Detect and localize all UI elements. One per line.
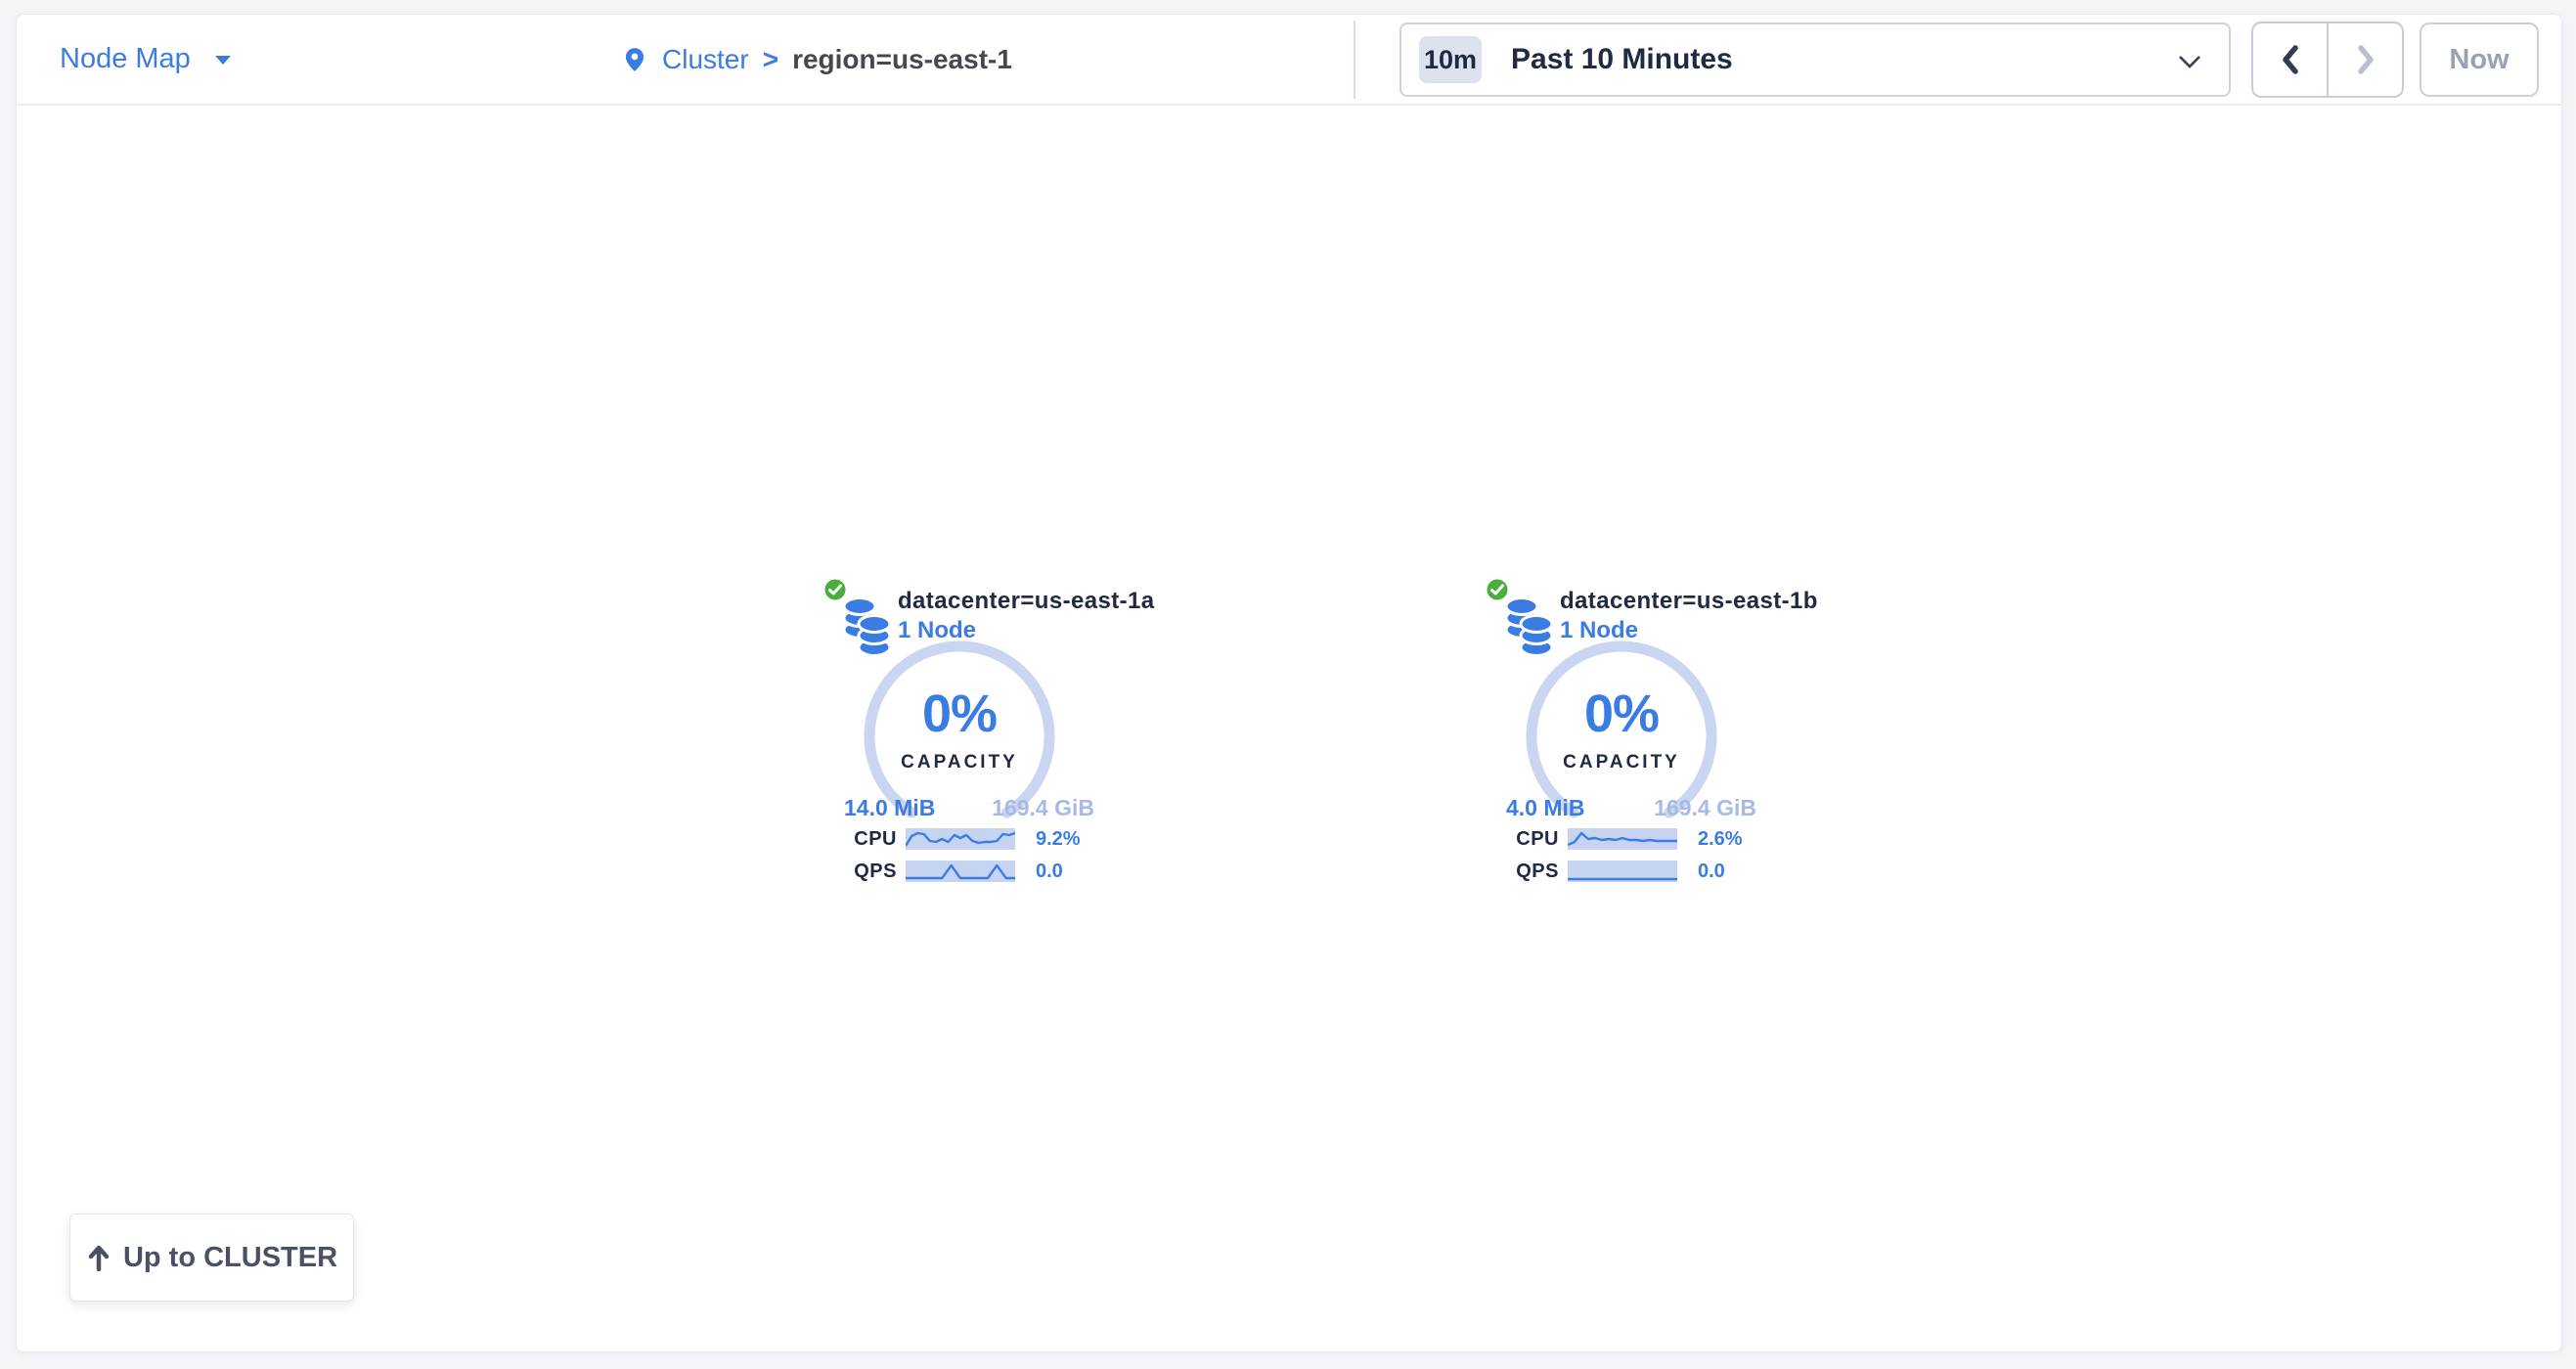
cpu-sparkline (1568, 828, 1677, 850)
capacity-values-row: 4.0 MiB 169.4 GiB (1506, 795, 1756, 821)
cpu-value: 2.6% (1698, 828, 1743, 851)
qps-value: 0.0 (1698, 861, 1725, 883)
topbar-divider (1354, 21, 1355, 99)
capacity-used: 4.0 MiB (1506, 795, 1585, 821)
capacity-caption: CAPACITY (1524, 752, 1719, 773)
location-pin-icon (621, 43, 648, 76)
chevron-left-icon (2279, 44, 2302, 75)
datacenter-card-us-east-1b[interactable]: datacenter=us-east-1b 1 Node 0% CAPACITY… (1485, 568, 1768, 910)
app-window: Node Map Cluster > region=us-east-1 10m … (16, 14, 2562, 1352)
capacity-used: 14.0 MiB (844, 795, 935, 821)
cpu-metric-row: CPU 2.6% (1485, 828, 1768, 850)
cpu-metric-row: CPU 9.2% (822, 828, 1106, 850)
capacity-percent: 0% (1524, 684, 1719, 744)
chevron-down-icon (2178, 55, 2201, 69)
qps-sparkline (906, 861, 1015, 882)
capacity-values-row: 14.0 MiB 169.4 GiB (844, 795, 1094, 821)
time-range-badge: 10m (1419, 36, 1482, 83)
datacenter-card-us-east-1a[interactable]: datacenter=us-east-1a 1 Node 0% CAPACITY… (822, 568, 1106, 910)
time-next-button[interactable] (2327, 23, 2402, 96)
capacity-total: 169.4 GiB (992, 795, 1094, 821)
qps-metric-row: QPS 0.0 (1485, 861, 1768, 882)
datacenter-title: datacenter=us-east-1b (1560, 588, 1818, 615)
qps-label: QPS (1485, 861, 1568, 883)
arrow-up-icon (86, 1244, 111, 1271)
breadcrumb-current: region=us-east-1 (792, 44, 1012, 75)
capacity-caption: CAPACITY (862, 752, 1057, 773)
time-range-label: Past 10 Minutes (1511, 43, 1733, 76)
now-button[interactable]: Now (2420, 22, 2539, 97)
view-selector-dropdown[interactable]: Node Map (60, 15, 232, 104)
qps-label: QPS (822, 861, 906, 883)
up-to-cluster-button[interactable]: Up to CLUSTER (69, 1214, 354, 1302)
cpu-label: CPU (1485, 828, 1568, 851)
qps-sparkline (1568, 861, 1677, 882)
breadcrumb-separator: > (763, 44, 778, 75)
view-selector-label: Node Map (60, 43, 191, 75)
cpu-label: CPU (822, 828, 906, 851)
caret-down-icon (214, 54, 232, 66)
chevron-right-icon (2354, 44, 2377, 75)
breadcrumb: Cluster > region=us-east-1 (621, 15, 1012, 104)
time-prev-button[interactable] (2253, 23, 2327, 96)
time-nav-arrows (2251, 22, 2404, 98)
up-to-cluster-label: Up to CLUSTER (123, 1242, 337, 1274)
capacity-percent: 0% (862, 684, 1057, 744)
cpu-value: 9.2% (1036, 828, 1081, 851)
qps-metric-row: QPS 0.0 (822, 861, 1106, 882)
cpu-sparkline (906, 828, 1015, 850)
time-range-dropdown[interactable]: 10m Past 10 Minutes (1399, 22, 2231, 97)
top-bar: Node Map Cluster > region=us-east-1 10m … (17, 15, 2561, 106)
capacity-total: 169.4 GiB (1654, 795, 1756, 821)
breadcrumb-cluster-link[interactable]: Cluster (662, 44, 749, 75)
qps-value: 0.0 (1036, 861, 1063, 883)
datacenter-title: datacenter=us-east-1a (898, 588, 1155, 615)
